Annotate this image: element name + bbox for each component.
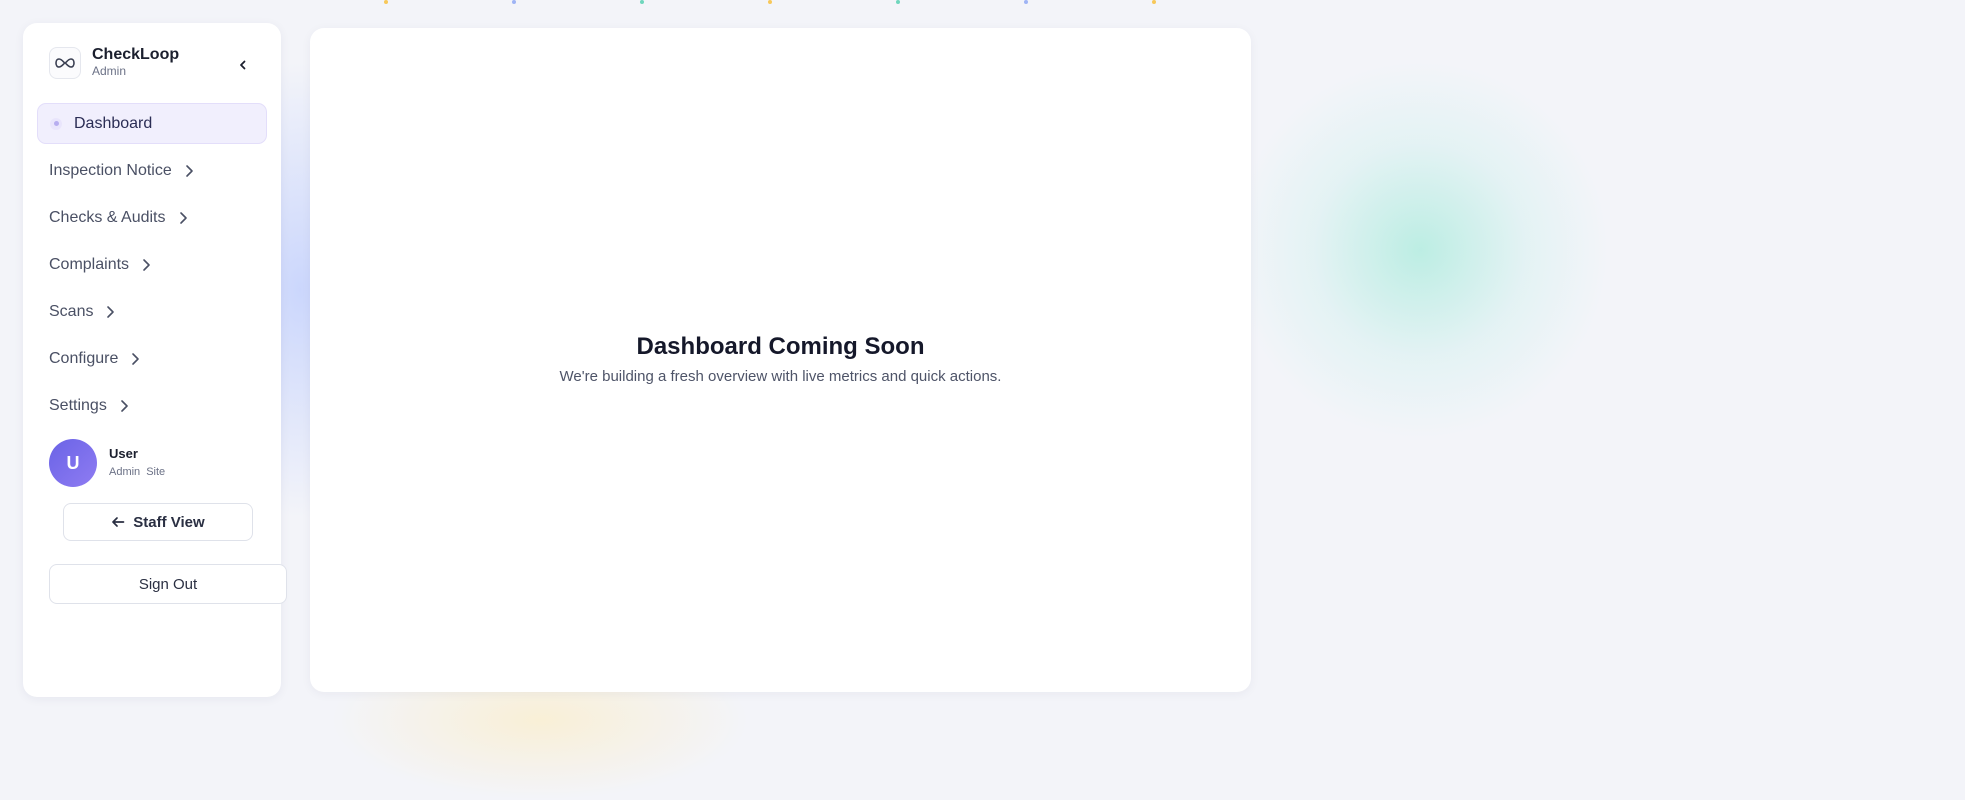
sidebar-item-label: Complaints (49, 255, 130, 273)
chevron-right-icon (130, 352, 140, 366)
active-indicator-icon (50, 117, 62, 130)
staff-view-label: Staff View (133, 513, 205, 531)
chevron-left-icon (240, 60, 246, 70)
page-subtitle: We're building a fresh overview with liv… (559, 368, 1002, 385)
chevron-right-icon (184, 164, 194, 178)
brand[interactable]: CheckLoop Admin (49, 46, 179, 79)
user-role: Admin (109, 466, 141, 478)
user-site: Site (146, 466, 166, 478)
collapse-sidebar-button[interactable] (231, 53, 255, 77)
staff-view-button[interactable]: Staff View (63, 503, 253, 541)
main-content: Dashboard Coming Soon We're building a f… (310, 28, 1251, 692)
avatar: U (49, 439, 97, 487)
brand-name: CheckLoop (92, 46, 180, 63)
sidebar-item-settings[interactable]: Settings (37, 385, 267, 426)
page-title: Dashboard Coming Soon (636, 333, 925, 360)
sidebar-item-label: Scans (49, 302, 94, 320)
chevron-right-icon (119, 399, 129, 413)
infinity-loop-icon (49, 46, 81, 79)
sidebar-nav: Dashboard Inspection Notice Checks & Aud… (37, 103, 267, 432)
sidebar-item-complaints[interactable]: Complaints (37, 244, 267, 285)
background-glow-teal (1230, 60, 1610, 440)
sidebar: CheckLoop Admin Dashboard Inspection Not… (23, 23, 287, 697)
arrow-left-icon (111, 516, 125, 528)
sidebar-item-label: Checks & Audits (49, 208, 166, 226)
sidebar-item-label: Dashboard (74, 114, 153, 132)
empty-state: Dashboard Coming Soon We're building a f… (310, 332, 1251, 385)
sidebar-item-label: Inspection Notice (49, 161, 172, 179)
brand-role: Admin (92, 64, 127, 78)
sidebar-item-scans[interactable]: Scans (37, 291, 267, 332)
sidebar-item-label: Configure (49, 349, 119, 367)
chevron-right-icon (105, 305, 115, 319)
sidebar-item-dashboard[interactable]: Dashboard (37, 103, 267, 144)
sign-out-button[interactable]: Sign Out (49, 564, 287, 604)
user-name: User (109, 446, 138, 461)
sidebar-item-label: Settings (49, 396, 107, 414)
user-profile[interactable]: U User Admin Site (49, 439, 165, 487)
decorative-dots (0, 0, 1965, 6)
sidebar-item-inspection-notice[interactable]: Inspection Notice (37, 150, 267, 191)
sign-out-label: Sign Out (138, 575, 198, 593)
chevron-right-icon (141, 258, 151, 272)
chevron-right-icon (178, 211, 188, 225)
sidebar-item-checks-audits[interactable]: Checks & Audits (37, 197, 267, 238)
sidebar-item-configure[interactable]: Configure (37, 338, 267, 379)
